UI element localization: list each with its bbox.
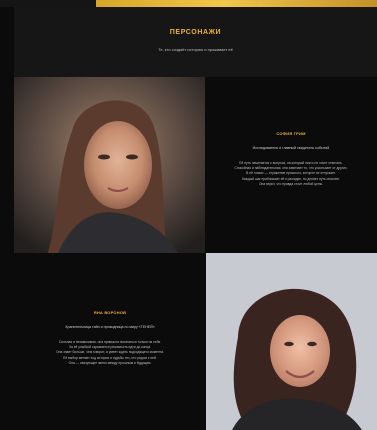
characters-header: ПЕРСОНАЖИ Те, кто создаёт историю и прож… — [14, 7, 377, 77]
section-subtitle: Те, кто создаёт историю и проживает её — [158, 47, 233, 52]
characters-page: ПЕРСОНАЖИ Те, кто создаёт историю и прож… — [0, 0, 377, 430]
character-description: Её путь начинается с вопроса, на который… — [234, 161, 348, 186]
character-photo-2 — [206, 253, 377, 430]
characters-grid: СОФИЯ ГРИМ Исследователь и главный свиде… — [14, 77, 377, 430]
character-card-2: ЯНА ВОРОНОВ Хранительница тайн и проводн… — [14, 253, 206, 430]
top-gold-accent — [96, 0, 377, 7]
character-description: Сильная и независимая, она привыкла пола… — [56, 340, 164, 365]
character-name: СОФИЯ ГРИМ — [276, 131, 306, 136]
character-role: Исследователь и главный свидетель событи… — [252, 146, 330, 150]
character-name: ЯНА ВОРОНОВ — [93, 310, 127, 315]
character-role: Хранительница тайн и проводница по миру … — [65, 325, 155, 329]
section-title: ПЕРСОНАЖИ — [169, 29, 222, 36]
character-photo-1 — [14, 77, 205, 253]
character-card-1: СОФИЯ ГРИМ Исследователь и главный свиде… — [205, 77, 377, 253]
